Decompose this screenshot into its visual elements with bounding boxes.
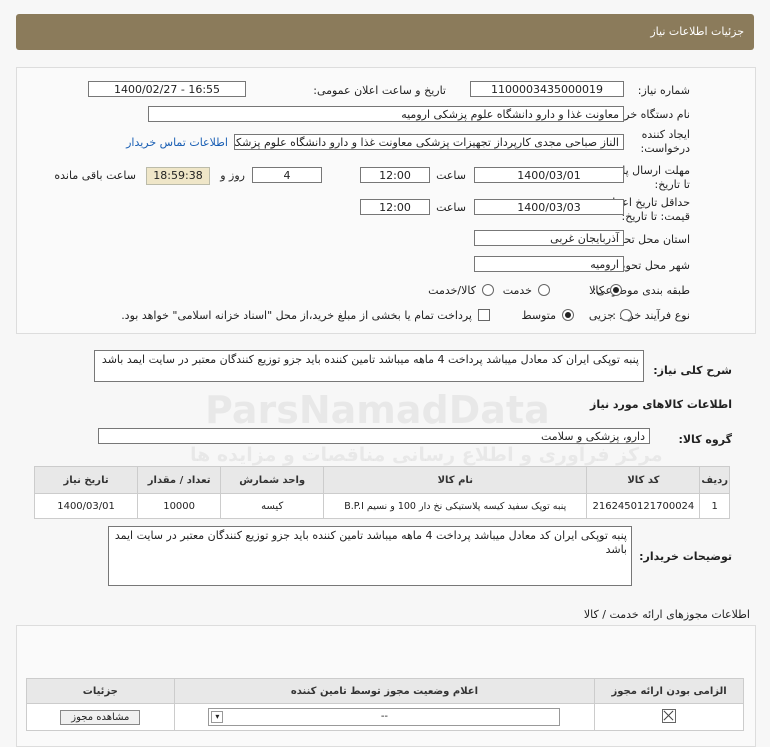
page-header: جزئیات اطلاعات نیاز <box>16 14 754 50</box>
process-option-medium: متوسط <box>521 309 556 322</box>
status-select[interactable]: -- ▾ <box>208 708 561 726</box>
table-row: -- ▾ مشاهده مجوز <box>26 703 744 731</box>
city-field: ارومیه <box>474 256 624 272</box>
days-label: روز و <box>220 169 245 182</box>
table-row: 1 2162450121700024 پنبه توپک سفید کیسه پ… <box>33 493 730 519</box>
category-option-both: کالا/خدمت <box>428 284 476 297</box>
validity-time-label: ساعت <box>436 201 466 214</box>
payment-checkbox[interactable] <box>478 309 490 321</box>
status-cell: -- ▾ <box>173 703 596 731</box>
col-qty: تعداد / مقدار <box>137 466 222 494</box>
validity-label-2: قیمت: تا تاریخ: <box>621 210 690 223</box>
remaining-timer: 18:59:38 <box>146 167 210 185</box>
deadline-date-field: 1400/03/01 <box>474 167 624 183</box>
validity-date-field: 1400/03/03 <box>474 199 624 215</box>
row-code: 2162450121700024 <box>586 493 701 519</box>
summary-label: شرح کلی نیاز: <box>653 364 732 377</box>
province-field: آذربایجان غربی <box>474 230 624 246</box>
deadline-time-label: ساعت <box>436 169 466 182</box>
watermark-logo: ParsNamadData <box>205 388 550 432</box>
category-option-goods: کالا <box>589 284 604 297</box>
col-index: ردیف <box>699 466 730 494</box>
permits-section-title: اطلاعات مجوزهای ارائه خدمت / کالا <box>583 608 750 621</box>
col-date: تاریخ نیاز <box>33 466 139 494</box>
chevron-down-icon: ▾ <box>211 711 224 723</box>
goods-table-header: ردیف کد کالا نام کالا واحد شمارش تعداد /… <box>33 466 730 494</box>
goods-group-field: دارو، پزشکی و سلامت <box>98 428 650 444</box>
category-label: طبقه بندی موضوعی: <box>592 284 690 297</box>
process-radio-minor[interactable] <box>620 309 632 321</box>
validity-time-field: 12:00 <box>360 199 430 215</box>
announce-label: تاریخ و ساعت اعلان عمومی: <box>313 84 446 97</box>
buyer-field: معاونت غذا و دارو دانشگاه علوم پزشکی ارو… <box>148 106 624 122</box>
col-details: جزئیات <box>26 678 175 704</box>
deadline-time-field: 12:00 <box>360 167 430 183</box>
summary-box: پنبه توپکی ایران کد معادل میباشد پرداخت … <box>94 350 644 382</box>
remaining-label: ساعت باقی مانده <box>54 169 136 182</box>
status-select-value: -- <box>380 711 389 722</box>
watermark-tagline: مرکز فرآوری و اطلاع رسانی مناقصات و مزای… <box>190 444 663 466</box>
payment-note: پرداخت تمام یا بخشی از مبلغ خرید،از محل … <box>121 309 472 322</box>
creator-label: ایجاد کننده <box>641 128 690 141</box>
goods-table: ردیف کد کالا نام کالا واحد شمارش تعداد /… <box>33 466 730 519</box>
view-permit-button[interactable]: مشاهده مجوز <box>60 709 141 725</box>
permits-table: الزامی بودن ارائه مجوز اعلام وضعیت مجوز … <box>26 678 744 731</box>
col-name: نام کالا <box>323 466 588 494</box>
category-option-service: خدمت <box>502 284 532 297</box>
category-radio-goods[interactable] <box>610 284 622 296</box>
row-index: 1 <box>699 493 730 519</box>
announce-field: 1400/02/27 - 16:55 <box>88 81 246 97</box>
deadline-label-2: تا تاریخ: <box>654 178 690 191</box>
permits-table-header: الزامی بودن ارائه مجوز اعلام وضعیت مجوز … <box>26 678 744 704</box>
category-radio-service[interactable] <box>538 284 550 296</box>
col-status: اعلام وضعیت مجوز توسط تامین کننده <box>173 678 596 704</box>
page-title: جزئیات اطلاعات نیاز <box>650 25 744 38</box>
col-required: الزامی بودن ارائه مجوز <box>594 678 744 704</box>
category-radio-both[interactable] <box>482 284 494 296</box>
row-name: پنبه توپک سفید کیسه پلاستیکی نخ دار 100 … <box>323 493 588 519</box>
contact-info-link[interactable]: اطلاعات تماس خریدار <box>126 136 228 149</box>
row-unit: کیسه <box>220 493 325 519</box>
row-qty: 10000 <box>137 493 222 519</box>
creator-label-2: درخواست: <box>640 142 690 155</box>
creator-field: الناز صباحی مجدی کارپرداز تجهیزات پزشکی … <box>234 134 624 150</box>
goods-section-title: اطلاعات کالاهای مورد نیاز <box>590 398 732 411</box>
goods-group-label: گروه کالا: <box>678 433 732 446</box>
col-unit: واحد شمارش <box>220 466 325 494</box>
process-option-minor: جزیی <box>588 309 614 322</box>
need-number-label: شماره نیاز: <box>637 84 690 97</box>
col-code: کد کالا <box>586 466 701 494</box>
buyer-notes-label: توضیحات خریدار: <box>639 550 732 563</box>
need-number-field: 1100003435000019 <box>470 81 624 97</box>
row-date: 1400/03/01 <box>33 493 139 519</box>
details-cell: مشاهده مجوز <box>26 703 175 731</box>
days-field: 4 <box>252 167 322 183</box>
required-checkbox-icon <box>662 708 677 723</box>
buyer-notes-box: پنبه توپکی ایران کد معادل میباشد پرداخت … <box>108 526 632 586</box>
process-radio-medium[interactable] <box>562 309 574 321</box>
required-cell <box>594 703 744 731</box>
